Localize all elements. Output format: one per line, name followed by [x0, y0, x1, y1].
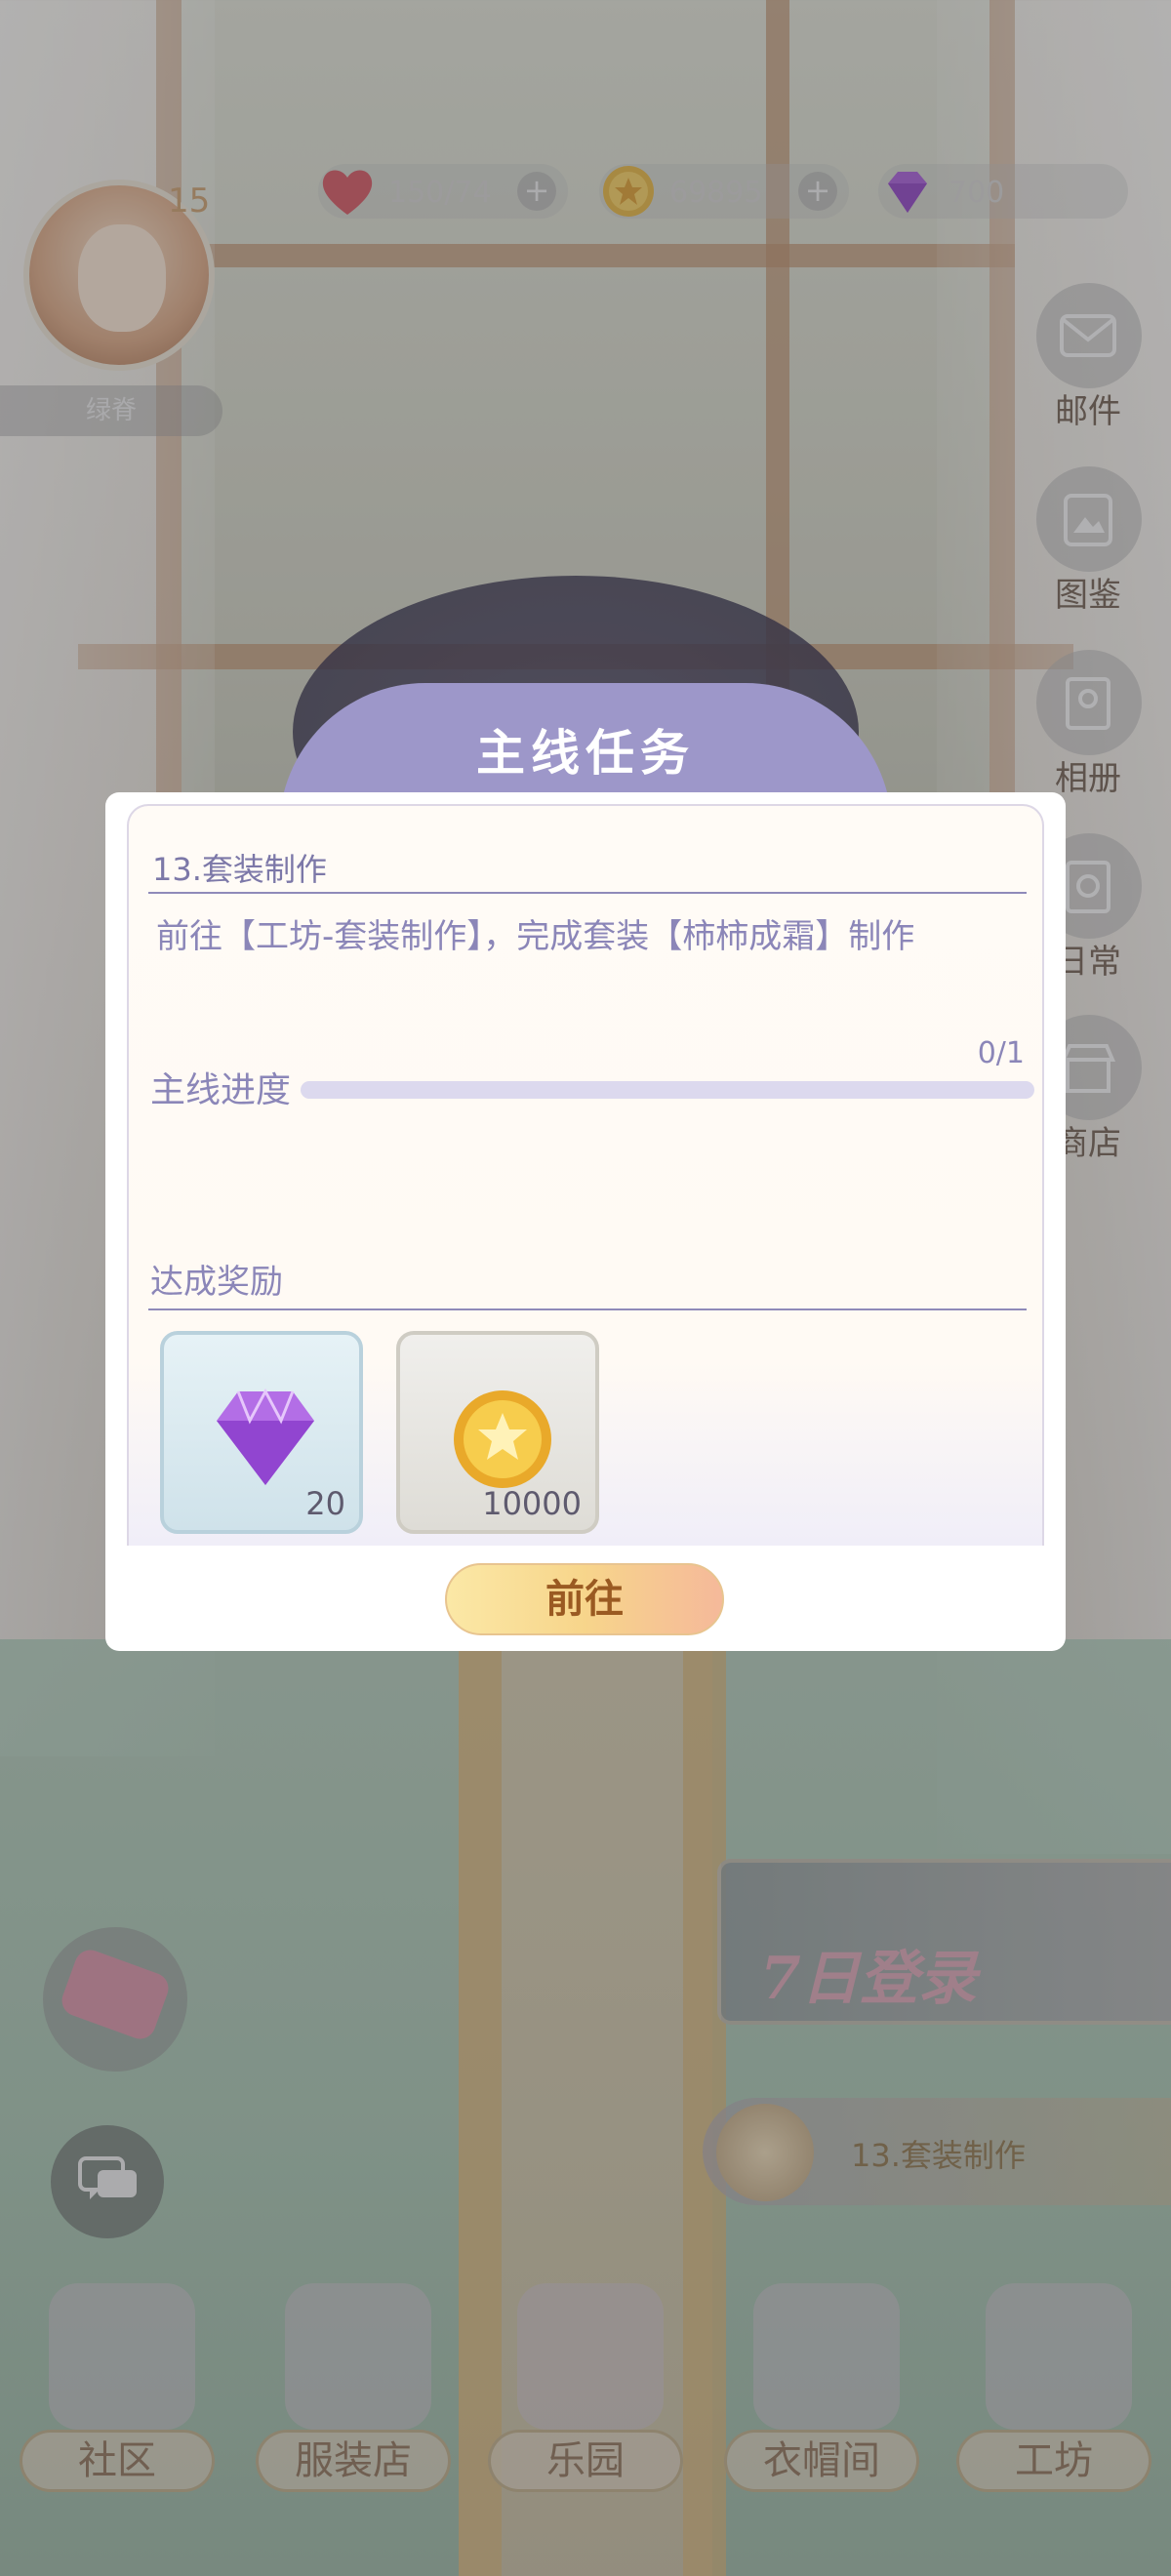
modal-title: 主线任务 [476, 724, 695, 782]
reward-coin-qty: 10000 [482, 1485, 582, 1522]
task-name: 13.套装制作 [152, 851, 327, 888]
reward-diamond[interactable]: 20 [160, 1331, 363, 1534]
gold-coin-icon [454, 1390, 551, 1488]
go-button[interactable]: 前往 [445, 1563, 724, 1635]
reward-label: 达成奖励 [150, 1263, 283, 1302]
divider [148, 1308, 1027, 1310]
quest-panel: 13.套装制作 前往【工坊-套装制作】，完成套装【柿柿成霜】制作 主线进度 0/… [127, 804, 1044, 1546]
divider [148, 892, 1027, 894]
reward-coin[interactable]: 10000 [396, 1331, 599, 1534]
purple-diamond-icon [217, 1388, 314, 1485]
task-description: 前往【工坊-套装制作】，完成套装【柿柿成霜】制作 [156, 917, 915, 956]
main-quest-dialog: 13.套装制作 前往【工坊-套装制作】，完成套装【柿柿成霜】制作 主线进度 0/… [105, 792, 1066, 1651]
progress-label: 主线进度 [150, 1070, 292, 1110]
progress-bar [301, 1081, 1034, 1099]
progress-count: 0/1 [977, 1036, 1025, 1070]
reward-diamond-qty: 20 [305, 1485, 345, 1522]
